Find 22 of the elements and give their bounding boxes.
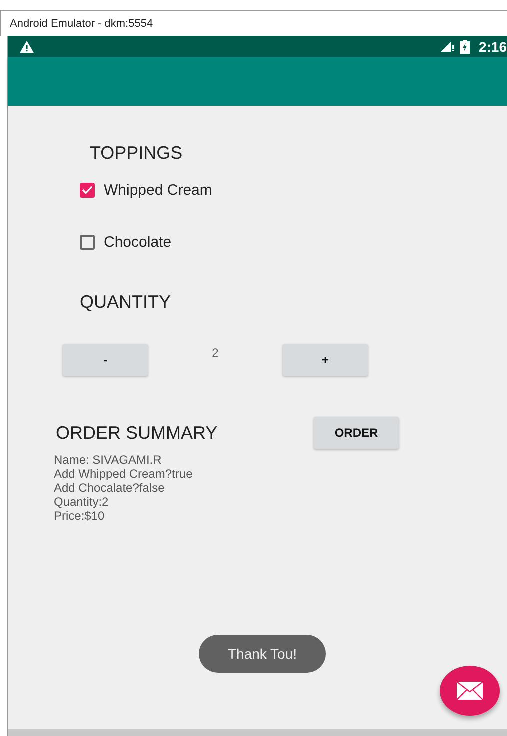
email-button[interactable] (440, 666, 500, 716)
checkbox[interactable]: Chocolate (80, 232, 507, 252)
section-heading: ORDER SUMMARY (56, 422, 219, 444)
decrement-button[interactable]: - (63, 344, 148, 376)
signal-icon (440, 41, 455, 52)
quantity-value: 2 (211, 346, 220, 360)
increment-button[interactable]: + (283, 344, 368, 376)
warning-icon (20, 40, 34, 52)
battery-icon (460, 40, 470, 54)
section-heading: TOPPINGS (90, 143, 184, 164)
envelope-icon (457, 682, 483, 700)
summary-line: Price:$10 (54, 509, 106, 523)
summary-line: Add Chocalate?false (54, 481, 166, 495)
toast-message: Thank Tou! (199, 635, 326, 673)
window-title: Android Emulator - dkm:5554 (10, 18, 154, 30)
checkbox[interactable]: Whipped Cream (80, 180, 507, 200)
summary-line: Add Whipped Cream?true (54, 467, 194, 481)
clock-time: 2:16 (478, 38, 507, 54)
section-heading: QUANTITY (80, 292, 172, 313)
order-button[interactable]: ORDER (314, 417, 399, 449)
summary-line: Name: SIVAGAMI.R (54, 453, 163, 467)
summary-line: Quantity:2 (54, 495, 110, 509)
